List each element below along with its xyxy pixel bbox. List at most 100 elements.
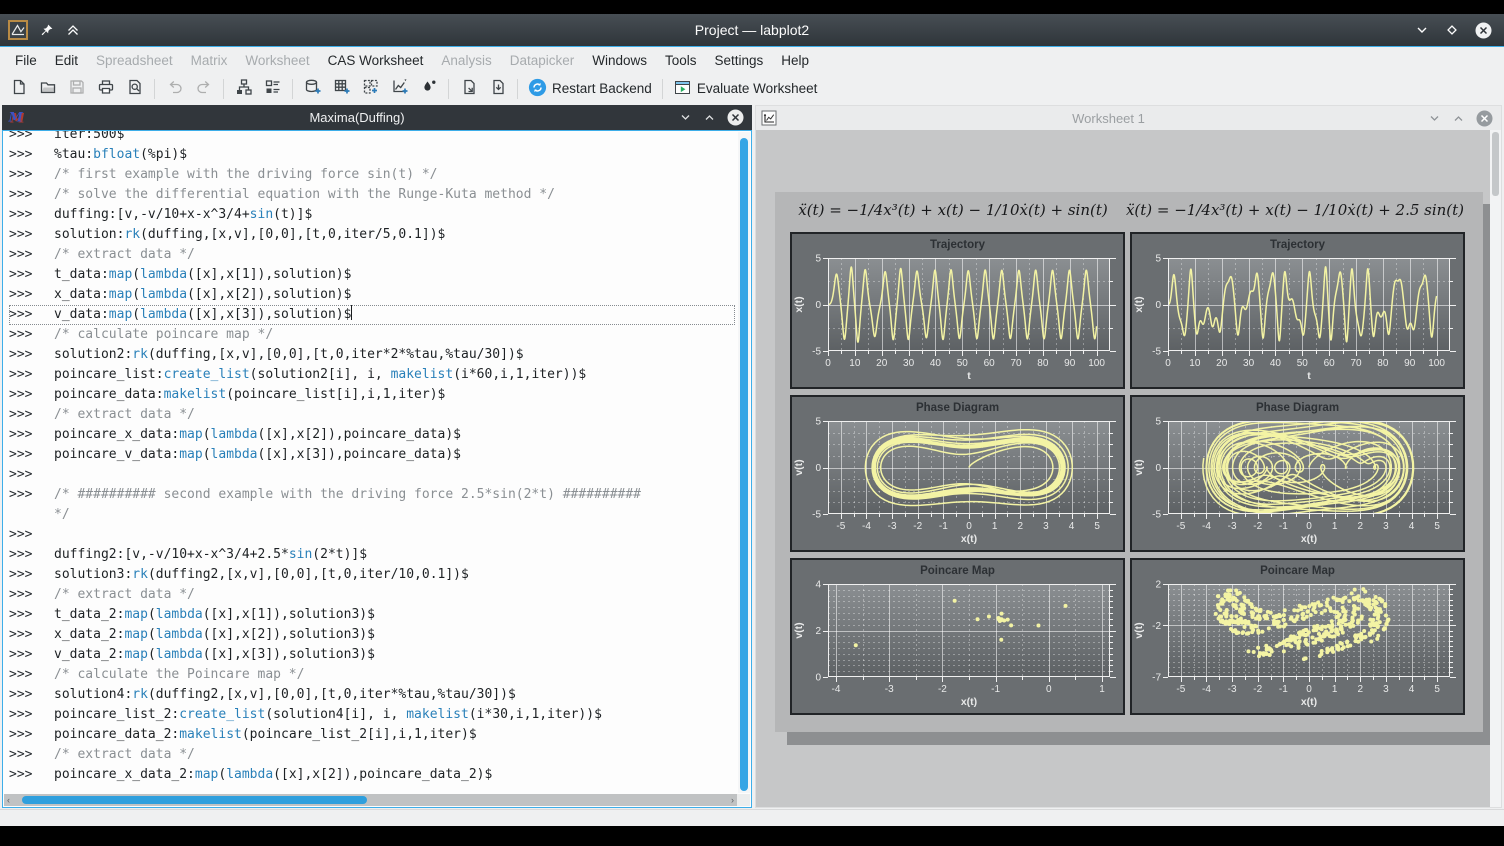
prompt: >>> <box>9 225 39 245</box>
code-line[interactable]: >>>/* extract data */ <box>9 405 735 425</box>
code-line[interactable]: >>>poincare_list_2:create_list(solution4… <box>9 705 735 725</box>
prompt: >>> <box>9 165 39 185</box>
menu-item-windows[interactable]: Windows <box>583 47 656 74</box>
svg-text:M: M <box>8 111 24 126</box>
prompt: >>> <box>9 425 39 445</box>
code-line[interactable]: >>>solution:rk(duffing,[x,v],[0,0],[t,0,… <box>9 225 735 245</box>
vertical-scrollbar[interactable] <box>738 132 750 793</box>
maxima-close-button[interactable] <box>727 109 744 126</box>
worksheet-scrollbar-thumb[interactable] <box>1492 132 1499 196</box>
print-preview-button[interactable] <box>121 76 148 102</box>
code-line[interactable]: >>>duffing2:[v,-v/10+x-x^3/4+2.5*sin(2*t… <box>9 545 735 565</box>
code-line[interactable]: >>>poincare_data:makelist(poincare_list[… <box>9 385 735 405</box>
new-project-button[interactable] <box>5 76 32 102</box>
new-matrix-button[interactable] <box>328 76 355 102</box>
plot-trajectory-1[interactable] <box>790 232 1125 389</box>
plot-phase-2[interactable] <box>1130 395 1465 552</box>
code-line[interactable]: >>>/* first example with the driving for… <box>9 165 735 185</box>
close-button[interactable] <box>1475 22 1492 39</box>
code-line[interactable]: >>>t_data:map(lambda([x],x[1]),solution)… <box>9 265 735 285</box>
code-text: /* ########## second example with the dr… <box>54 485 735 505</box>
open-project-button[interactable] <box>34 76 61 102</box>
statusbar <box>0 809 1504 826</box>
code-line[interactable]: >>>/* solve the differential equation wi… <box>9 185 735 205</box>
new-worksheet-button[interactable] <box>386 76 413 102</box>
export-button[interactable] <box>484 76 511 102</box>
code-line[interactable]: >>>solution4:rk(duffing2,[x,v],[0,0],[t,… <box>9 685 735 705</box>
menu-item-settings[interactable]: Settings <box>706 47 773 74</box>
project-explorer-button[interactable] <box>230 76 257 102</box>
code-text <box>54 525 735 545</box>
evaluate-worksheet-button[interactable]: Evaluate Worksheet <box>669 76 822 102</box>
code-line[interactable]: >>>/* extract data */ <box>9 745 735 765</box>
vertical-scrollbar-thumb[interactable] <box>740 138 748 791</box>
code-line[interactable]: */ <box>9 505 735 525</box>
worksheet-scrollbar[interactable] <box>1490 130 1501 807</box>
code-line[interactable]: >>>poincare_list:create_list(solution2[i… <box>9 365 735 385</box>
code-line[interactable]: >>>/* ########## second example with the… <box>9 485 735 505</box>
worksheet-panel-titlebar[interactable]: Worksheet 1 <box>755 105 1502 130</box>
prompt: >>> <box>9 565 39 585</box>
code-text: x_data:map(lambda([x],x[2]),solution)$ <box>54 285 735 305</box>
maxima-minimize-button[interactable] <box>679 111 692 124</box>
maxima-code-editor[interactable]: >>>iter:500$>>>%tau:bfloat(%pi)$>>>/* fi… <box>2 130 752 808</box>
plot-phase-1[interactable] <box>790 395 1125 552</box>
worksheet-minimize-button[interactable] <box>1428 112 1441 125</box>
maxima-panel-titlebar[interactable]: MM Maxima(Duffing) <box>2 105 752 130</box>
prompt: >>> <box>9 185 39 205</box>
code-line-current[interactable]: >>>v_data:map(lambda([x],x[3]),solution)… <box>9 305 735 325</box>
menu-item-help[interactable]: Help <box>772 47 818 74</box>
scroll-left-arrow[interactable]: ‹ <box>7 794 10 806</box>
code-line[interactable]: >>>x_data_2:map(lambda([x],x[2]),solutio… <box>9 625 735 645</box>
code-line[interactable]: >>>/* extract data */ <box>9 585 735 605</box>
code-line[interactable]: >>>solution2:rk(duffing,[x,v],[0,0],[t,0… <box>9 345 735 365</box>
code-line[interactable]: >>>/* calculate the Poincare map */ <box>9 665 735 685</box>
scroll-right-arrow[interactable]: › <box>731 794 734 806</box>
code-line[interactable]: >>>x_data:map(lambda([x],x[2]),solution)… <box>9 285 735 305</box>
code-line[interactable]: >>>poincare_x_data:map(lambda([x],x[2]),… <box>9 425 735 445</box>
plot-poincare-2[interactable] <box>1130 558 1465 715</box>
code-line[interactable]: >>>poincare_x_data_2:map(lambda([x],x[2]… <box>9 765 735 785</box>
code-line[interactable]: >>>iter:500$ <box>9 130 735 145</box>
maxima-maximize-button[interactable] <box>703 111 716 124</box>
code-line[interactable]: >>>poincare_v_data:map(lambda([x],x[3]),… <box>9 445 735 465</box>
scrollbar-corner <box>737 794 750 806</box>
horizontal-scrollbar-thumb[interactable] <box>22 796 367 804</box>
code-line[interactable]: >>>poincare_data_2:makelist(poincare_lis… <box>9 725 735 745</box>
new-datapicker-button[interactable] <box>415 76 442 102</box>
code-line[interactable]: >>>duffing:[v,-v/10+x-x^3/4+sin(t)]$ <box>9 205 735 225</box>
restart-backend-button[interactable]: Restart Backend <box>524 76 656 102</box>
code-line[interactable]: >>> <box>9 465 735 485</box>
code-line[interactable]: >>>t_data_2:map(lambda([x],x[1]),solutio… <box>9 605 735 625</box>
worksheet-maximize-button[interactable] <box>1452 112 1465 125</box>
code-line[interactable]: >>>%tau:bfloat(%pi)$ <box>9 145 735 165</box>
code-area[interactable]: >>>iter:500$>>>%tau:bfloat(%pi)$>>>/* fi… <box>9 130 735 785</box>
properties-explorer-button[interactable] <box>259 76 286 102</box>
menu-item-tools[interactable]: Tools <box>656 47 706 74</box>
plot-trajectory-2[interactable] <box>1130 232 1465 389</box>
plot-poincare-1[interactable] <box>790 558 1125 715</box>
new-workbook-button[interactable] <box>357 76 384 102</box>
code-line[interactable]: >>> solution3:rk(duffing2,[x,v],[0,0],[t,… <box>9 565 735 585</box>
menu-item-edit[interactable]: Edit <box>46 47 87 74</box>
minimize-button[interactable] <box>1415 23 1429 37</box>
code-line[interactable]: >>>/* calculate poincare map */ <box>9 325 735 345</box>
undo-button <box>161 76 188 102</box>
titlebar[interactable]: Project — labplot2 <box>0 14 1504 47</box>
menubar: FileEditSpreadsheetMatrixWorksheetCAS Wo… <box>0 47 1504 74</box>
pin-icon[interactable] <box>40 23 54 37</box>
code-line[interactable]: >>>v_data_2:map(lambda([x],x[3]),solutio… <box>9 645 735 665</box>
code-line[interactable]: >>> <box>9 525 735 545</box>
horizontal-scrollbar[interactable]: ‹ › <box>4 794 737 806</box>
code-line[interactable]: >>>/* extract data */ <box>9 245 735 265</box>
code-text: solution3:rk(duffing2,[x,v],[0,0],[t,0,i… <box>54 565 735 585</box>
menu-item-file[interactable]: File <box>6 47 46 74</box>
worksheet-close-button[interactable] <box>1476 110 1493 127</box>
print-button[interactable] <box>92 76 119 102</box>
expand-up-icon[interactable] <box>66 23 80 37</box>
maximize-button[interactable] <box>1445 23 1459 37</box>
import-button[interactable] <box>455 76 482 102</box>
new-spreadsheet-button[interactable] <box>299 76 326 102</box>
prompt: >>> <box>9 625 39 645</box>
menu-item-cas-worksheet[interactable]: CAS Worksheet <box>319 47 433 74</box>
